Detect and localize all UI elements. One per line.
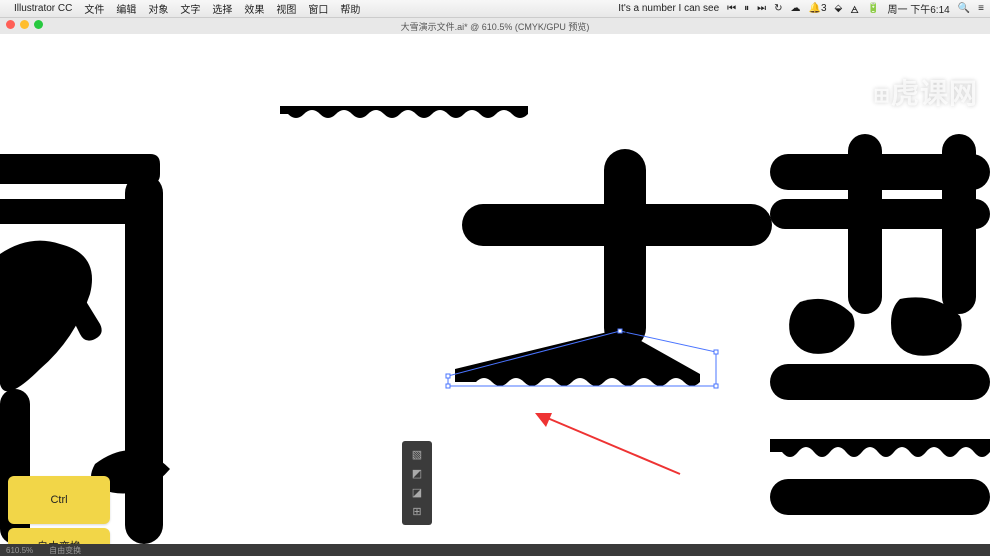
cloud-icon: ☁ xyxy=(791,3,801,14)
now-playing: It's a number I can see xyxy=(618,3,719,14)
menu-window[interactable]: 窗口 xyxy=(308,1,328,16)
status-tool: 自由变换 xyxy=(49,545,81,556)
menu-type[interactable]: 文字 xyxy=(180,1,200,16)
clock[interactable]: 周一 下午6:14 xyxy=(887,1,949,16)
macos-menubar: Illustrator CC 文件 编辑 对象 文字 选择 效果 视图 窗口 帮… xyxy=(0,0,990,18)
free-transform-tool-icon[interactable]: ▧ xyxy=(406,447,428,463)
key-overlay-ctrl: Ctrl xyxy=(8,476,110,524)
window-controls xyxy=(6,20,43,29)
menu-extra-icon[interactable]: ≡ xyxy=(978,3,984,14)
media-play-icon[interactable]: ⏸ xyxy=(744,3,749,14)
media-prev-icon[interactable]: ⏮ xyxy=(727,3,736,14)
menu-select[interactable]: 选择 xyxy=(212,1,232,16)
perspective-distort-icon[interactable]: ◩ xyxy=(406,466,428,482)
status-bar: 610.5% 自由变换 xyxy=(0,544,990,556)
document-header: 大雪演示文件.ai* @ 610.5% (CMYK/GPU 预览) xyxy=(0,18,990,34)
menu-object[interactable]: 对象 xyxy=(148,1,168,16)
menu-edit[interactable]: 编辑 xyxy=(116,1,136,16)
dropbox-icon: ⬙ xyxy=(835,3,843,14)
close-window-button[interactable] xyxy=(6,20,15,29)
search-icon[interactable]: 🔍 xyxy=(958,3,970,14)
media-next-icon[interactable]: ⏭ xyxy=(757,3,766,14)
menu-effect[interactable]: 效果 xyxy=(244,1,264,16)
app-name[interactable]: Illustrator CC xyxy=(14,3,72,14)
key-label-ctrl: Ctrl xyxy=(50,494,67,506)
notification-icon[interactable]: 🔔3 xyxy=(809,3,827,14)
key-overlay-transform: 自由变换 E xyxy=(8,528,110,544)
constrain-icon[interactable]: ⊞ xyxy=(406,504,428,520)
free-distort-icon[interactable]: ◪ xyxy=(406,485,428,501)
menu-help[interactable]: 帮助 xyxy=(340,1,360,16)
key-label-transform: 自由变换 xyxy=(37,538,81,544)
minimize-window-button[interactable] xyxy=(20,20,29,29)
free-transform-panel[interactable]: ▧ ◩ ◪ ⊞ xyxy=(402,441,432,525)
sync-icon: ↻ xyxy=(774,3,782,14)
artwork xyxy=(0,34,990,544)
zoom-level[interactable]: 610.5% xyxy=(6,546,33,555)
battery-icon: 🔋 xyxy=(867,3,879,14)
canvas[interactable]: ▧ ◩ ◪ ⊞ Ctrl 自由变换 E ⊞虎课网 xyxy=(0,34,990,544)
wifi-icon[interactable]: 🜁 xyxy=(850,0,859,19)
menu-view[interactable]: 视图 xyxy=(276,1,296,16)
menu-file[interactable]: 文件 xyxy=(84,1,104,16)
document-title: 大雪演示文件.ai* @ 610.5% (CMYK/GPU 预览) xyxy=(401,20,590,33)
maximize-window-button[interactable] xyxy=(34,20,43,29)
menubar-right: It's a number I can see ⏮ ⏸ ⏭ ↻ ☁ 🔔3 ⬙ 🜁… xyxy=(618,0,984,19)
